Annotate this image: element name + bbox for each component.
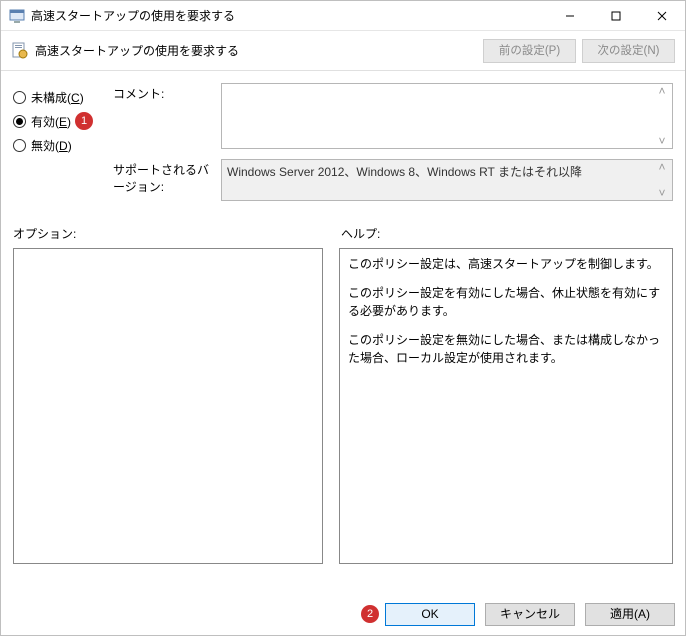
radio-not-configured[interactable]: 未構成(C) <box>13 85 113 109</box>
annotation-marker-2: 2 <box>361 605 379 623</box>
help-label: ヘルプ: <box>341 225 380 242</box>
ok-button[interactable]: OK <box>385 603 475 626</box>
radio-enabled[interactable]: 有効(E) 1 <box>13 109 113 133</box>
supported-textarea: Windows Server 2012、Windows 8、Windows RT… <box>221 159 673 201</box>
next-label: 次の設定(N) <box>598 45 660 57</box>
footer: 2 OK キャンセル 適用(A) <box>1 593 685 635</box>
minimize-button[interactable] <box>547 1 593 31</box>
comment-row: コメント: ˄ ˅ <box>113 83 673 149</box>
next-setting-button[interactable]: 次の設定(N) <box>582 39 675 63</box>
policy-icon <box>11 42 29 60</box>
window-title: 高速スタートアップの使用を要求する <box>31 7 547 24</box>
scroll-down-icon: ˅ <box>654 134 670 148</box>
policy-subtitle: 高速スタートアップの使用を要求する <box>35 42 477 59</box>
help-panel: このポリシー設定は、高速スタートアップを制御します。 このポリシー設定を有効にし… <box>339 248 673 564</box>
comment-textarea[interactable]: ˄ ˅ <box>221 83 673 149</box>
prev-label: 前の設定(P) <box>499 45 560 57</box>
app-icon <box>9 8 25 24</box>
content-area: 未構成(C) 有効(E) 1 無効(D) コメント: <box>1 71 685 593</box>
supported-row: サポートされるバージョン: Windows Server 2012、Window… <box>113 159 673 201</box>
radio-label-enabled: 有効(E) <box>31 113 71 130</box>
apply-button[interactable]: 適用(A) <box>585 603 675 626</box>
options-label: オプション: <box>13 225 341 242</box>
dialog-window: 高速スタートアップの使用を要求する 高速スタートアップの使用を要求する 前の設定… <box>0 0 686 636</box>
comment-label: コメント: <box>113 83 221 149</box>
options-panel <box>13 248 323 564</box>
close-button[interactable] <box>639 1 685 31</box>
state-radio-group: 未構成(C) 有効(E) 1 無効(D) <box>13 83 113 211</box>
radio-icon <box>13 115 26 128</box>
radio-icon <box>13 139 26 152</box>
toolbar: 高速スタートアップの使用を要求する 前の設定(P) 次の設定(N) <box>1 31 685 71</box>
titlebar: 高速スタートアップの使用を要求する <box>1 1 685 31</box>
scroll-down-icon: ˅ <box>654 186 670 200</box>
annotation-marker-1: 1 <box>75 112 93 130</box>
help-text-1: このポリシー設定は、高速スタートアップを制御します。 <box>348 255 664 274</box>
prev-setting-button[interactable]: 前の設定(P) <box>483 39 576 63</box>
radio-icon <box>13 91 26 104</box>
radio-label-not-configured: 未構成(C) <box>31 89 84 106</box>
scroll-up-icon: ˄ <box>654 84 670 98</box>
lower-section: このポリシー設定は、高速スタートアップを制御します。 このポリシー設定を有効にし… <box>13 248 673 583</box>
supported-value: Windows Server 2012、Windows 8、Windows RT… <box>227 165 582 179</box>
help-text-3: このポリシー設定を無効にした場合、または構成しなかった場合、ローカル設定が使用さ… <box>348 331 664 368</box>
radio-label-disabled: 無効(D) <box>31 137 72 154</box>
radio-disabled[interactable]: 無効(D) <box>13 133 113 157</box>
supported-label: サポートされるバージョン: <box>113 159 221 201</box>
cancel-button[interactable]: キャンセル <box>485 603 575 626</box>
scroll-up-icon: ˄ <box>654 160 670 174</box>
mid-labels: オプション: ヘルプ: <box>13 225 673 242</box>
upper-section: 未構成(C) 有効(E) 1 無効(D) コメント: <box>13 83 673 211</box>
maximize-button[interactable] <box>593 1 639 31</box>
help-text-2: このポリシー設定を有効にした場合、休止状態を有効にする必要があります。 <box>348 284 664 321</box>
right-fields: コメント: ˄ ˅ サポートされるバージョン: Windows Server 2… <box>113 83 673 211</box>
